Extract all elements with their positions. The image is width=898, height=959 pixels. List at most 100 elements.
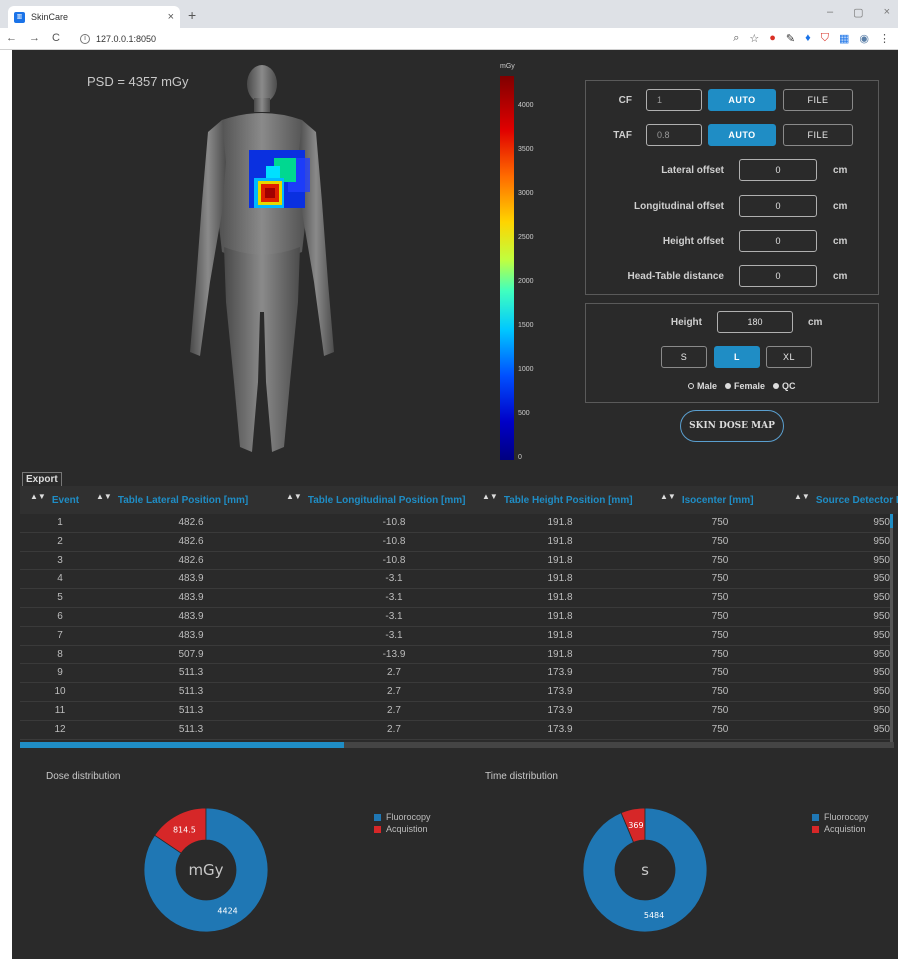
size-s-button[interactable]: S: [661, 346, 707, 368]
table-cell: 191.8: [547, 535, 573, 547]
radio-male[interactable]: Male: [688, 381, 717, 391]
size-l-button[interactable]: L: [714, 346, 760, 368]
table-cell: 511.3: [178, 705, 204, 716]
export-button[interactable]: Export: [22, 472, 62, 487]
dose-donut-chart[interactable]: 814.5 4424 mGy: [142, 806, 270, 934]
height-unit: cm: [808, 317, 823, 328]
scrollbar-thumb[interactable]: [20, 742, 344, 748]
sort-icon[interactable]: ▲▼: [660, 492, 676, 501]
table-row[interactable]: 6 483.9 -3.1 191.8 750 950: [20, 608, 890, 627]
url-field[interactable]: i 127.0.0.1:8050: [80, 31, 156, 47]
table-cell: 191.8: [547, 629, 573, 641]
time-donut-chart[interactable]: 369 5484 s: [581, 806, 709, 934]
column-header-isocenter[interactable]: ▲▼ Isocenter [mm]: [660, 486, 754, 514]
window-close-icon[interactable]: ×: [884, 6, 890, 19]
maximize-icon[interactable]: ▢: [853, 6, 863, 19]
legend-item-acquisition[interactable]: Acquistion: [374, 824, 431, 834]
table-vertical-scrollbar[interactable]: [890, 514, 893, 742]
table-cell: 11: [54, 705, 66, 716]
longitudinal-offset-input[interactable]: 0: [739, 195, 817, 217]
cf-input[interactable]: 1: [646, 89, 702, 111]
column-header-height[interactable]: ▲▼ Table Height Position [mm]: [482, 486, 633, 514]
forward-icon[interactable]: →: [29, 32, 40, 44]
colorbar-tick: 1500: [518, 322, 534, 329]
table-cell: -10.8: [382, 535, 406, 547]
address-bar: ← → C i 127.0.0.1:8050 ⌕ ☆ ● ✎ ♦ ⛉ ▦ ◉ ⋮: [0, 28, 898, 50]
zoom-icon[interactable]: ⌕: [733, 32, 739, 45]
table-row[interactable]: 4 483.9 -3.1 191.8 750 950: [20, 570, 890, 590]
cf-file-button[interactable]: FILE: [783, 89, 853, 111]
donut-center-label: s: [641, 861, 649, 879]
radio-qc[interactable]: QC: [773, 381, 796, 391]
table-row[interactable]: 7 483.9 -3.1 191.8 750 950: [20, 627, 890, 646]
info-icon[interactable]: i: [80, 34, 90, 44]
gender-radio-group: Male Female QC: [688, 381, 796, 391]
table-cell: 3: [57, 554, 63, 566]
column-header-label: Event: [51, 494, 80, 506]
table-row[interactable]: 5 483.9 -3.1 191.8 750 950: [20, 589, 890, 608]
pie-value-label: 4424: [217, 907, 237, 916]
scrollbar-thumb[interactable]: [890, 514, 893, 528]
browser-tab-bar: ▥ SkinCare × + – ▢ ×: [0, 0, 898, 28]
sort-icon[interactable]: ▲▼: [482, 492, 498, 501]
table-cell: 2.7: [387, 723, 401, 735]
browser-tab[interactable]: ▥ SkinCare ×: [8, 6, 180, 28]
radio-female[interactable]: Female: [725, 381, 765, 391]
height-offset-input[interactable]: 0: [739, 230, 817, 252]
shield-icon[interactable]: ⛉: [821, 32, 829, 45]
table-cell: 483.9: [178, 573, 204, 585]
taf-input[interactable]: 0.8: [646, 124, 702, 146]
skin-dose-map-button[interactable]: SKIN DOSE MAP: [680, 410, 784, 442]
table-cell: 950: [873, 611, 890, 622]
table-cell: 507.9: [178, 648, 204, 660]
table-cell: 750: [711, 667, 729, 679]
head-table-distance-input[interactable]: 0: [739, 265, 817, 287]
location-icon[interactable]: ♦: [805, 32, 811, 45]
table-row[interactable]: 3 482.6 -10.8 191.8 750 950: [20, 552, 890, 571]
longitudinal-offset-unit: cm: [833, 201, 848, 212]
legend-item-fluorocopy[interactable]: Fluorocopy: [374, 812, 431, 822]
sort-icon[interactable]: ▲▼: [30, 492, 46, 501]
calendar-icon[interactable]: ▦: [839, 32, 849, 45]
sort-icon[interactable]: ▲▼: [96, 492, 112, 501]
cf-auto-button[interactable]: AUTO: [708, 89, 776, 111]
table-cell: 750: [711, 611, 729, 622]
table-row[interactable]: 9 511.3 2.7 173.9 750 950: [20, 664, 890, 684]
table-row[interactable]: 12 511.3 2.7 173.9 750 950: [20, 721, 890, 740]
sort-icon[interactable]: ▲▼: [794, 492, 810, 501]
minimize-icon[interactable]: –: [827, 6, 833, 19]
table-cell: 950: [873, 648, 890, 660]
column-header-sdd[interactable]: ▲▼ Source Detector D: [794, 486, 898, 514]
legend-item-fluorocopy[interactable]: Fluorocopy: [812, 812, 869, 822]
table-row[interactable]: 8 507.9 -13.9 191.8 750 950: [20, 646, 890, 665]
table-cell: 191.8: [547, 648, 573, 660]
opera-icon[interactable]: ●: [769, 32, 776, 45]
sort-icon[interactable]: ▲▼: [286, 492, 302, 501]
table-row[interactable]: 1 482.6 -10.8 191.8 750 950: [20, 514, 890, 533]
column-header-event[interactable]: ▲▼ Event: [30, 486, 79, 514]
lateral-offset-input[interactable]: 0: [739, 159, 817, 181]
table-cell: 173.9: [547, 723, 573, 735]
reload-icon[interactable]: C: [52, 32, 60, 44]
phantom-skin-dose-map[interactable]: [182, 62, 342, 462]
taf-file-button[interactable]: FILE: [783, 124, 853, 146]
new-tab-button[interactable]: +: [188, 7, 196, 23]
eyedropper-icon[interactable]: ✎: [786, 32, 795, 45]
table-row[interactable]: 11 511.3 2.7 173.9 750 950: [20, 702, 890, 721]
size-xl-button[interactable]: XL: [766, 346, 812, 368]
radio-selected-icon: [688, 383, 694, 389]
star-icon[interactable]: ☆: [749, 32, 759, 45]
taf-auto-button[interactable]: AUTO: [708, 124, 776, 146]
tab-close-icon[interactable]: ×: [168, 11, 174, 23]
profile-avatar-icon[interactable]: ◉: [859, 32, 869, 45]
legend-item-acquisition[interactable]: Acquistion: [812, 824, 869, 834]
column-header-longitudinal[interactable]: ▲▼ Table Longitudinal Position [mm]: [286, 486, 465, 514]
menu-icon[interactable]: ⋮: [879, 32, 890, 45]
column-header-lateral[interactable]: ▲▼ Table Lateral Position [mm]: [96, 486, 248, 514]
table-row[interactable]: 10 511.3 2.7 173.9 750 950: [20, 683, 890, 702]
table-row[interactable]: 2 482.6 -10.8 191.8 750 950: [20, 533, 890, 552]
height-input[interactable]: 180: [717, 311, 793, 333]
table-horizontal-scrollbar[interactable]: [20, 742, 894, 748]
back-icon[interactable]: ←: [6, 32, 17, 44]
table-cell: -10.8: [382, 554, 406, 566]
